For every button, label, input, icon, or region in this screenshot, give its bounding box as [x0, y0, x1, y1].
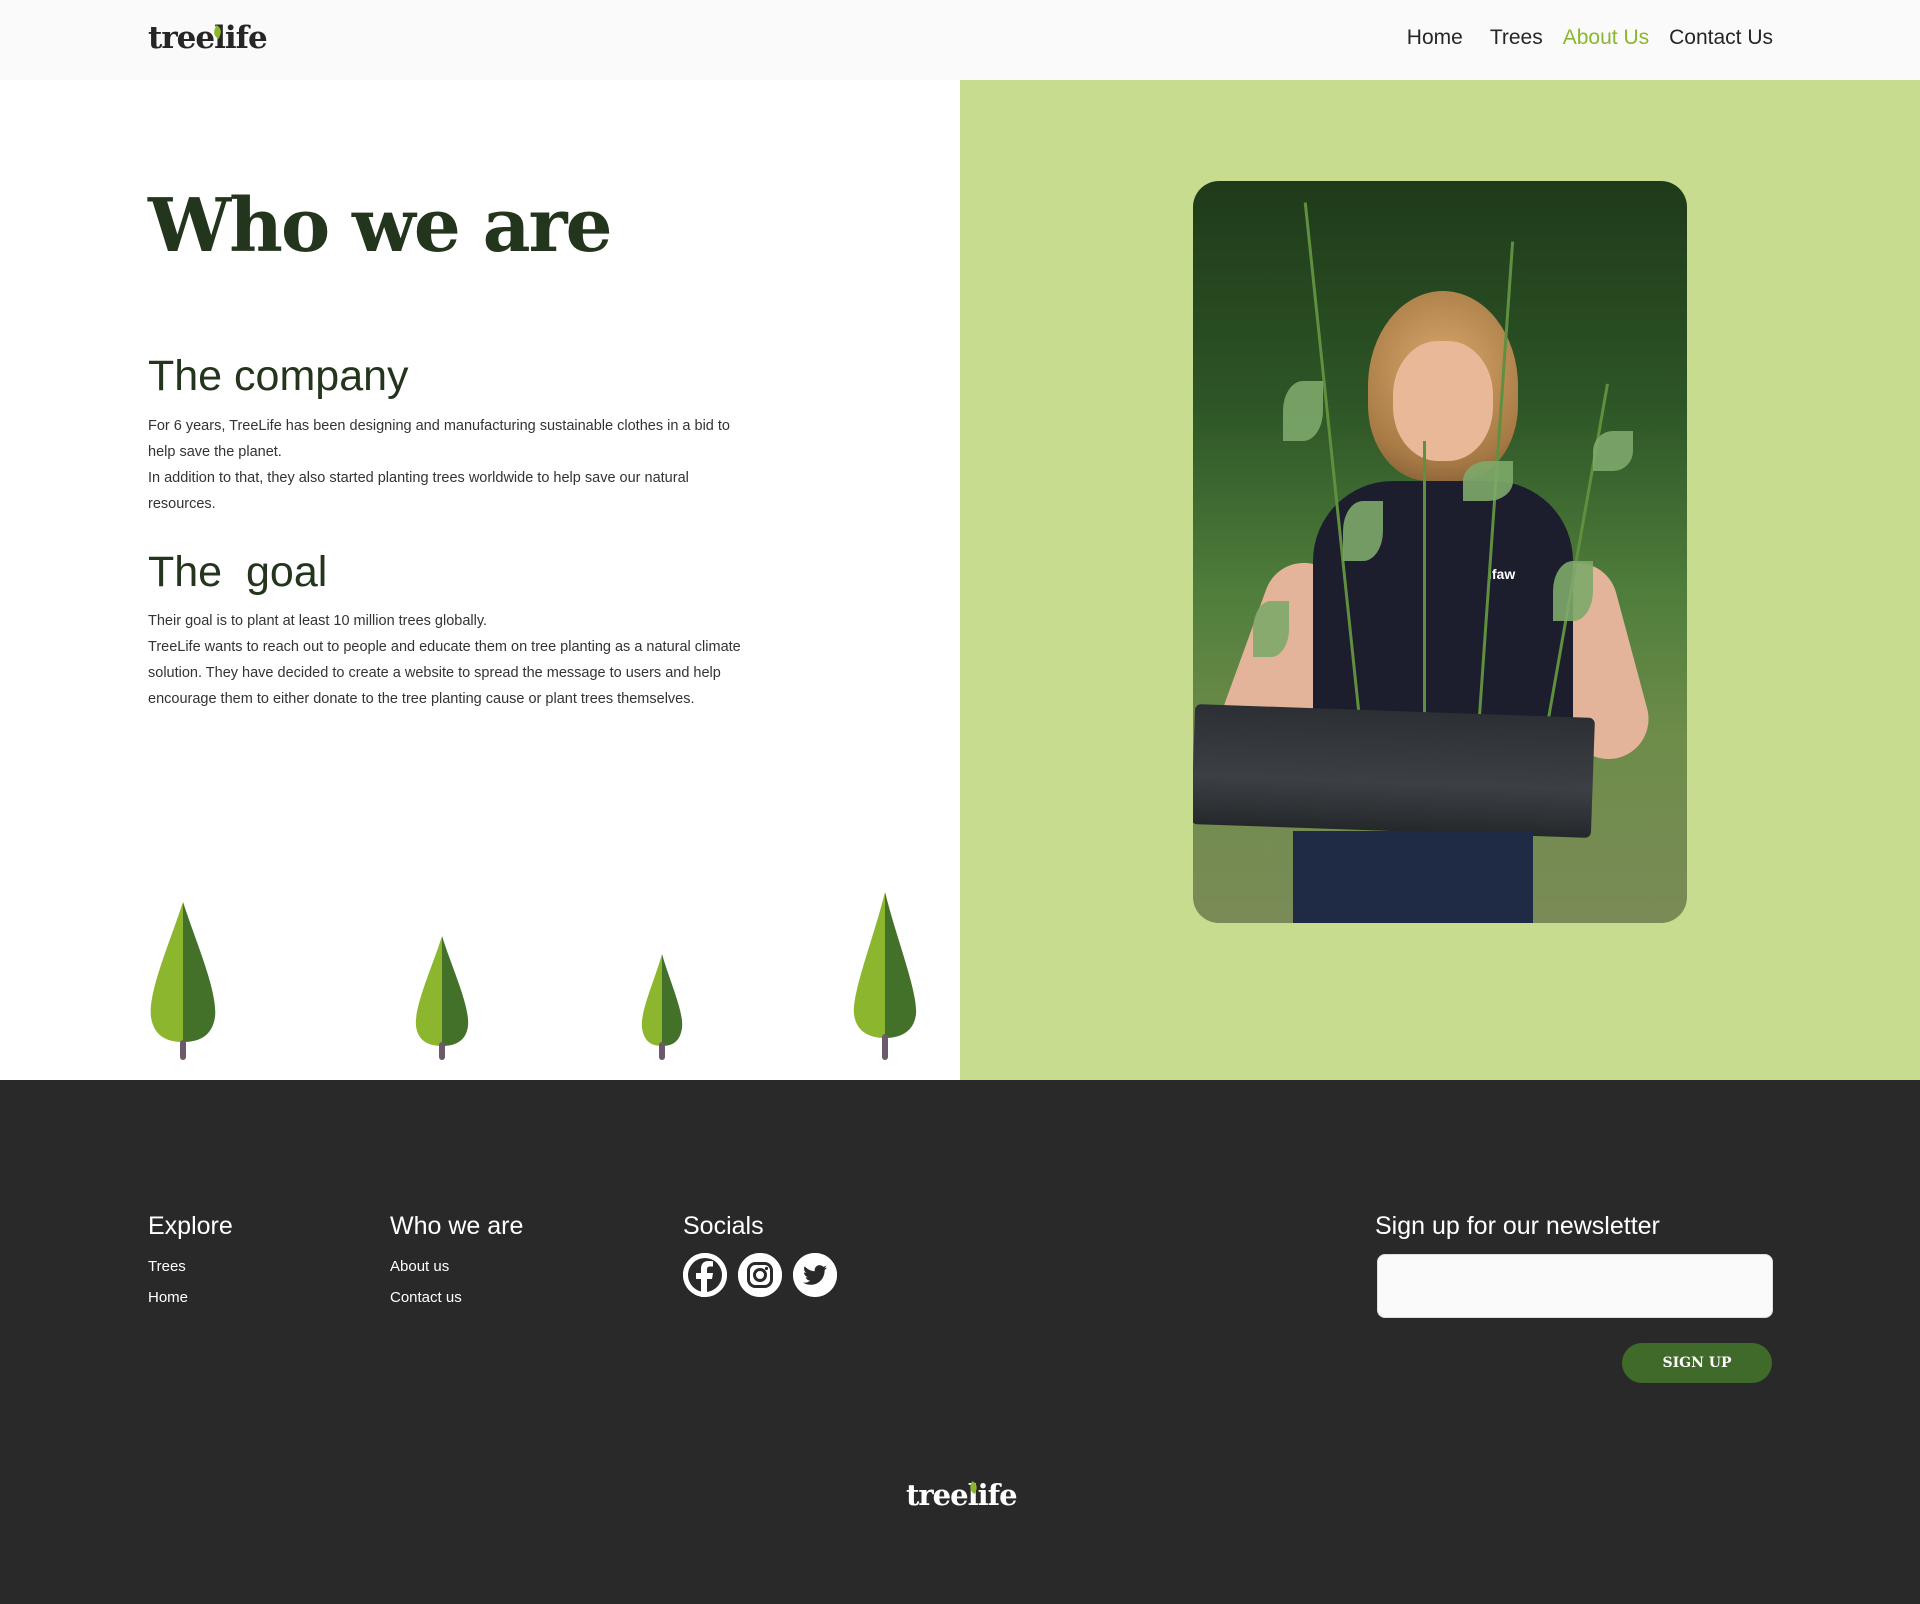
tree-illustration	[414, 936, 470, 1060]
goal-paragraph: TreeLife wants to reach out to people an…	[148, 639, 741, 707]
photo-leaf	[1593, 431, 1633, 471]
footer-explore-title: Explore	[148, 1212, 233, 1240]
tree-illustration	[148, 902, 218, 1060]
tree-trunk	[882, 1034, 888, 1060]
tree-trunk	[180, 1040, 186, 1060]
about-section: Who we are The company For 6 years, Tree…	[0, 80, 960, 1080]
goal-paragraph: Their goal is to plant at least 10 milli…	[148, 613, 488, 629]
newsletter-form: Sign up for our newsletter SIGN UP	[1375, 1212, 1775, 1383]
photo-tray	[1193, 704, 1595, 838]
company-heading: The company	[148, 352, 409, 400]
tree-illustration	[640, 954, 684, 1060]
twitter-icon[interactable]	[793, 1253, 837, 1297]
goal-text: Their goal is to plant at least 10 milli…	[148, 608, 748, 712]
tree-illustration	[852, 892, 918, 1060]
footer-link-about-us[interactable]: About us	[390, 1251, 523, 1282]
tree-trunk	[659, 1042, 665, 1060]
instagram-icon[interactable]	[738, 1253, 782, 1297]
photo-leaf	[1463, 461, 1513, 501]
nav-trees[interactable]: Trees	[1490, 26, 1543, 50]
photo-leaf	[1343, 501, 1383, 561]
footer-logo[interactable]: treelife	[906, 1478, 1018, 1512]
photo-panel: ifaw	[960, 80, 1920, 1080]
goal-heading: The goal	[148, 548, 328, 596]
footer-link-trees[interactable]: Trees	[148, 1251, 233, 1282]
nav-contact-us[interactable]: Contact Us	[1669, 26, 1773, 50]
woman-planting-photo: ifaw	[1193, 181, 1687, 923]
company-text: For 6 years, TreeLife has been designing…	[148, 413, 748, 517]
shirt-logo: ifaw	[1488, 566, 1516, 582]
company-paragraph: In addition to that, they also started p…	[148, 470, 689, 512]
site-header: treelife Home Trees About Us Contact Us	[0, 0, 1920, 80]
photo-pants	[1293, 831, 1533, 923]
footer-socials-title: Socials	[683, 1212, 764, 1240]
newsletter-title: Sign up for our newsletter	[1375, 1212, 1660, 1240]
photo-leaf	[1253, 601, 1289, 657]
facebook-icon[interactable]	[683, 1253, 727, 1297]
footer-logo-text: treelife	[906, 1478, 1018, 1512]
photo-face	[1393, 341, 1493, 461]
photo-leaf	[1553, 561, 1593, 621]
nav-home[interactable]: Home	[1407, 26, 1463, 50]
tree-trunk	[439, 1042, 445, 1060]
nav-about-us[interactable]: About Us	[1563, 26, 1649, 50]
logo-text: treelife	[148, 20, 268, 56]
signup-button[interactable]: SIGN UP	[1622, 1343, 1772, 1383]
site-footer: Explore Trees Home Who we are About us C…	[0, 1080, 1920, 1604]
footer-socials: Socials	[683, 1212, 837, 1297]
social-icons	[683, 1253, 837, 1297]
newsletter-email-input[interactable]	[1377, 1254, 1773, 1318]
photo-leaf	[1283, 381, 1323, 441]
page-title: Who we are	[148, 183, 613, 269]
footer-explore: Explore Trees Home	[148, 1212, 233, 1313]
company-paragraph: For 6 years, TreeLife has been designing…	[148, 418, 730, 460]
footer-link-contact-us[interactable]: Contact us	[390, 1282, 523, 1313]
footer-who-we-are: Who we are About us Contact us	[390, 1212, 523, 1313]
main-nav: Home Trees About Us Contact Us	[1387, 26, 1773, 50]
footer-link-home[interactable]: Home	[148, 1282, 233, 1313]
footer-who-title: Who we are	[390, 1212, 524, 1240]
tree-icon	[150, 902, 216, 1042]
logo[interactable]: treelife	[148, 20, 268, 56]
